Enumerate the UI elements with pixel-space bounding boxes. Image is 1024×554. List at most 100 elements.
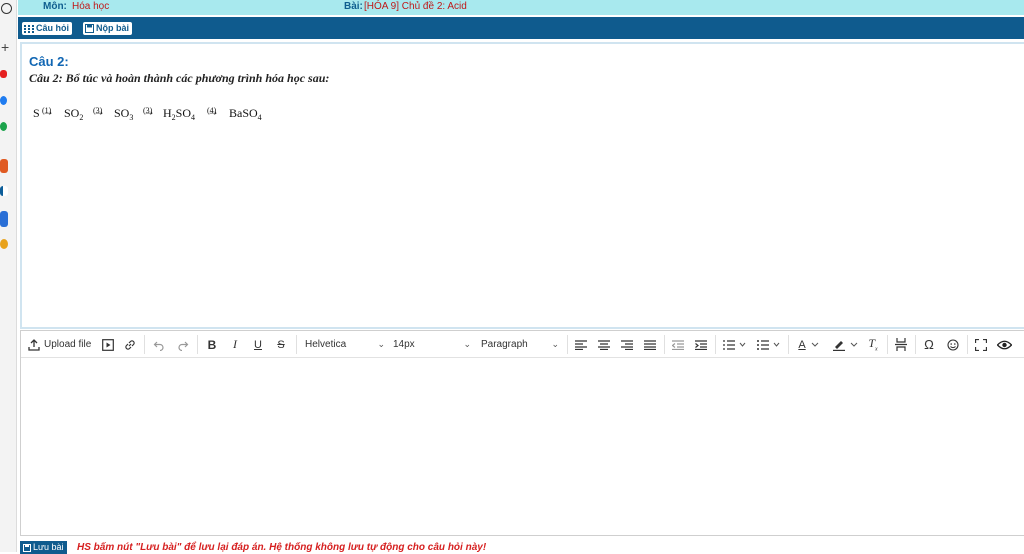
redo-icon xyxy=(178,341,189,351)
question-panel: Câu 2: Câu 2: Bổ túc và hoàn thành các p… xyxy=(20,42,1024,329)
toolbar-divider xyxy=(887,335,888,354)
questions-button-label: Câu hỏi xyxy=(36,23,69,33)
subject-value: Hóa học xyxy=(72,1,110,12)
eye-icon xyxy=(996,340,1012,349)
align-right-icon xyxy=(621,339,633,350)
special-char-button[interactable]: Ω xyxy=(922,336,936,353)
numbered-list-button[interactable] xyxy=(722,336,748,353)
font-size-select[interactable]: 14px ⌄ xyxy=(393,336,471,353)
lesson-info-bar: Môn: Hóa học Bài: [HÓA 9] Chủ đề 2: Acid xyxy=(18,0,1024,15)
chevron-down-icon: ⌄ xyxy=(551,339,559,349)
submit-button-label: Nộp bài xyxy=(96,23,129,33)
answer-editor: Upload file B I U S Helvetica ⌄ 14px ⌄ P… xyxy=(20,330,1024,536)
text-color-button[interactable]: A xyxy=(796,336,822,353)
save-icon xyxy=(85,24,94,33)
emoji-icon xyxy=(947,338,959,351)
toolbar-divider xyxy=(915,335,916,354)
app-icon-tv[interactable] xyxy=(0,186,8,196)
clear-format-button[interactable]: Tx xyxy=(866,336,880,353)
outdent-button[interactable] xyxy=(671,336,685,353)
messenger-icon[interactable] xyxy=(0,96,7,105)
toolbar-divider xyxy=(664,335,665,354)
bold-button[interactable]: B xyxy=(205,336,219,353)
chain-s: S xyxy=(33,106,40,120)
upload-label: Upload file xyxy=(44,339,92,350)
redo-button[interactable] xyxy=(176,336,190,353)
chain-baso4: BaSO4 xyxy=(229,106,262,122)
media-icon xyxy=(102,338,114,351)
upload-file-button[interactable]: Upload file xyxy=(28,336,91,353)
history-icon[interactable] xyxy=(1,3,12,14)
outdent-icon xyxy=(672,339,684,350)
page-break-button[interactable] xyxy=(894,336,908,353)
question-text: Câu 2: Bổ túc và hoàn thành các phương t… xyxy=(29,71,330,85)
spotify-icon[interactable] xyxy=(0,122,7,131)
italic-button[interactable]: I xyxy=(228,336,242,353)
chain-so3: SO3 xyxy=(114,106,134,122)
arrow-icon: → xyxy=(93,104,105,118)
undo-button[interactable] xyxy=(152,336,166,353)
indent-icon xyxy=(695,339,707,350)
page-break-icon xyxy=(895,338,907,351)
block-format-select[interactable]: Paragraph ⌄ xyxy=(481,336,559,353)
grid-icon xyxy=(24,24,34,33)
fullscreen-icon xyxy=(975,338,987,351)
arrow-icon: → xyxy=(207,104,219,118)
align-left-icon xyxy=(575,339,587,350)
preview-button[interactable] xyxy=(996,336,1012,353)
save-answer-label: Lưu bài xyxy=(33,542,64,552)
align-justify-button[interactable] xyxy=(643,336,657,353)
media-button[interactable] xyxy=(101,336,115,353)
app-icon-colorful[interactable] xyxy=(0,239,8,249)
font-family-select[interactable]: Helvetica ⌄ xyxy=(305,336,385,353)
bullet-list-button[interactable] xyxy=(756,336,782,353)
editor-content-area[interactable] xyxy=(21,359,1024,535)
strikethrough-button[interactable]: S xyxy=(274,336,288,353)
add-icon[interactable]: + xyxy=(1,40,15,55)
align-center-button[interactable] xyxy=(597,336,611,353)
save-icon xyxy=(23,543,31,552)
upload-icon xyxy=(28,338,40,351)
fullscreen-button[interactable] xyxy=(974,336,988,353)
questions-button[interactable]: Câu hỏi xyxy=(22,22,72,35)
chevron-down-icon: ⌄ xyxy=(463,339,471,349)
arrow-icon: → xyxy=(143,104,155,118)
app-icon-blue[interactable] xyxy=(0,211,8,227)
font-family-value: Helvetica xyxy=(305,339,347,350)
chain-so2: SO2 xyxy=(64,106,84,122)
numbered-list-icon xyxy=(723,339,746,350)
highlight-color-button[interactable] xyxy=(830,336,860,353)
link-button[interactable] xyxy=(123,336,137,353)
toolbar-divider xyxy=(296,335,297,354)
footer-bar: Lưu bài HS bấm nút "Lưu bài" để lưu lại … xyxy=(18,538,1024,554)
align-center-icon xyxy=(598,339,610,350)
text-color-icon: A xyxy=(798,338,806,351)
app-icon-red[interactable] xyxy=(0,159,8,173)
lesson-label: Bài: xyxy=(344,1,363,12)
submit-button[interactable]: Nộp bài xyxy=(83,22,132,35)
undo-icon xyxy=(153,341,164,351)
indent-button[interactable] xyxy=(694,336,708,353)
toolbar-divider xyxy=(715,335,716,354)
toolbar-divider xyxy=(197,335,198,354)
action-band: Câu hỏi Nộp bài xyxy=(18,17,1024,39)
emoji-button[interactable] xyxy=(946,336,960,353)
editor-toolbar: Upload file B I U S Helvetica ⌄ 14px ⌄ P… xyxy=(21,331,1024,358)
youtube-icon[interactable] xyxy=(0,70,7,78)
align-right-button[interactable] xyxy=(620,336,634,353)
toolbar-divider xyxy=(144,335,145,354)
bullet-list-icon xyxy=(757,339,780,350)
toolbar-divider xyxy=(967,335,968,354)
clear-format-icon: Tx xyxy=(868,336,878,353)
question-title: Câu 2: xyxy=(29,54,69,69)
highlighter-icon xyxy=(832,340,845,351)
save-answer-button[interactable]: Lưu bài xyxy=(20,541,67,554)
arrow-icon: → xyxy=(42,104,54,118)
chevron-down-icon xyxy=(850,342,857,347)
chain-h2so4: H2SO4 xyxy=(163,106,196,122)
align-left-button[interactable] xyxy=(574,336,588,353)
toolbar-divider xyxy=(567,335,568,354)
underline-button[interactable]: U xyxy=(251,336,265,353)
align-justify-icon xyxy=(644,339,656,350)
link-icon xyxy=(125,339,135,350)
